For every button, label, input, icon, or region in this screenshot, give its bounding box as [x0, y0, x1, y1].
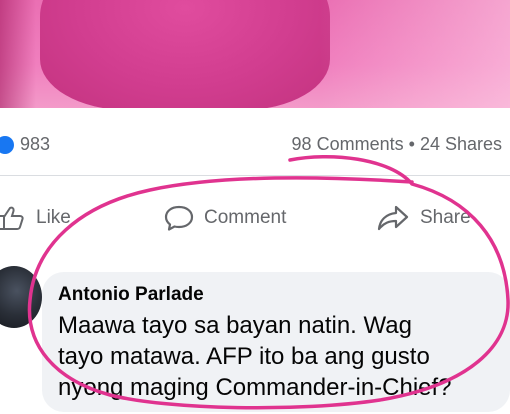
shares-count-link[interactable]: 24 Shares — [420, 134, 502, 154]
share-button[interactable]: Share — [376, 198, 471, 238]
post-stats: 983 98 Comments • 24 Shares — [0, 130, 510, 164]
photo-subject — [40, 0, 330, 108]
photo-sheen — [320, 0, 510, 108]
comment-bubble: Antonio Parlade Maawa tayo sa bayan nati… — [42, 272, 510, 412]
comment-text: Maawa tayo sa bayan natin. Wag tayo mata… — [58, 310, 510, 403]
like-label: Like — [36, 207, 71, 228]
thumbs-up-icon — [0, 206, 24, 230]
comment-button[interactable]: Comment — [164, 198, 286, 238]
comment-line: tayo matawa. AFP ito ba ang gusto — [58, 343, 430, 370]
avatar[interactable] — [0, 266, 42, 328]
comments-count-link[interactable]: 98 Comments — [292, 134, 404, 154]
like-reaction-icon — [0, 135, 14, 154]
comment-line: nyong maging Commander-in-Chief? — [58, 374, 452, 401]
photo-shadow — [0, 0, 36, 108]
comment-line: Maawa tayo sa bayan natin. Wag — [58, 312, 412, 339]
comment-label: Comment — [204, 207, 287, 228]
reaction-summary[interactable]: 983 — [0, 134, 50, 155]
share-label: Share — [420, 207, 471, 228]
share-icon — [377, 205, 409, 231]
actions-divider — [0, 175, 510, 176]
comment-icon — [164, 205, 194, 231]
count-separator: • — [408, 134, 415, 154]
comment-author[interactable]: Antonio Parlade — [58, 284, 510, 306]
reactions-count: 983 — [20, 134, 51, 154]
engagement-counts: 98 Comments • 24 Shares — [292, 134, 502, 155]
post-photo[interactable] — [0, 0, 510, 108]
post-actions: Like Comment Share — [0, 198, 510, 238]
like-button[interactable]: Like — [0, 198, 71, 238]
